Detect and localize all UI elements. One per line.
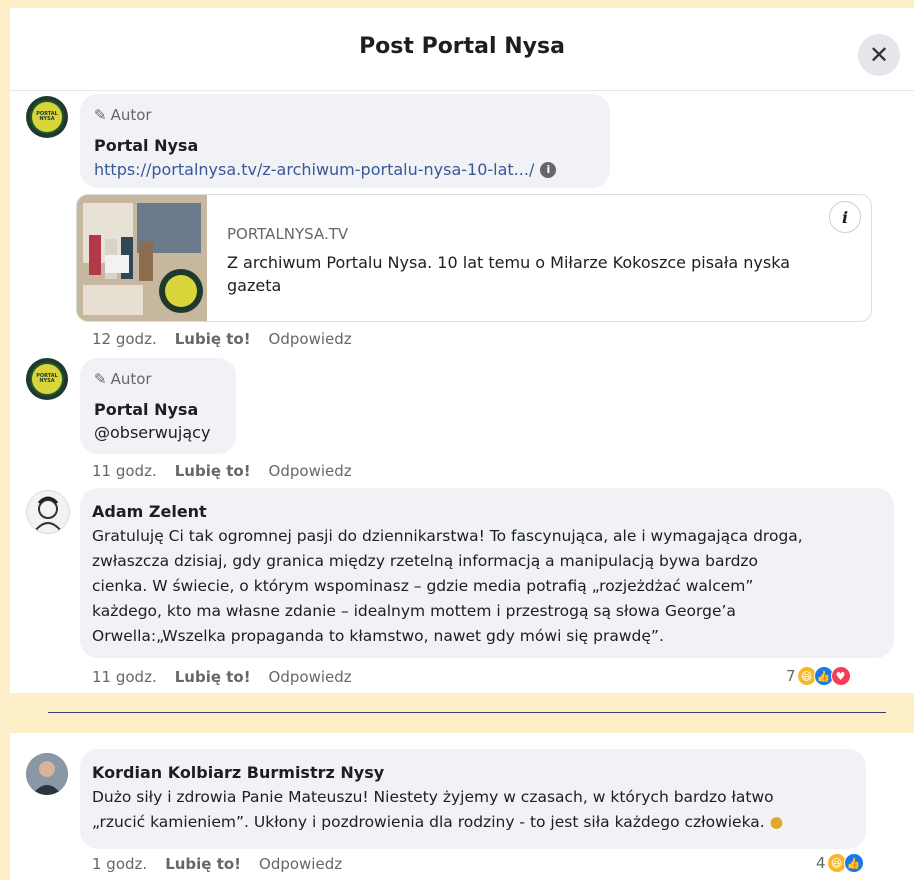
- link-preview-title[interactable]: Z archiwum Portalu Nysa. 10 lat temu o M…: [227, 251, 827, 297]
- reply-button[interactable]: Odpowiedz: [269, 462, 352, 480]
- comment-text-line: Orwella:„Wszelka propaganda to kłamstwo,…: [92, 627, 664, 645]
- comment-time[interactable]: 12 godz.: [92, 330, 157, 348]
- comment-link-text[interactable]: https://portalnysa.tv/z-archiwum-portalu…: [94, 160, 534, 179]
- comment-text-line: każdego, kto ma własne zdanie – idealnym…: [92, 602, 736, 620]
- avatar-sketch-image: [34, 496, 62, 532]
- info-icon[interactable]: i: [829, 201, 861, 233]
- divider: [48, 712, 886, 713]
- comment-time[interactable]: 1 godz.: [92, 855, 147, 873]
- comment-link[interactable]: https://portalnysa.tv/z-archiwum-portalu…: [94, 160, 557, 179]
- commenter-name[interactable]: Adam Zelent: [92, 502, 207, 521]
- reaction-count: 7: [786, 667, 796, 685]
- author-badge-label: Autor: [110, 106, 152, 124]
- like-button[interactable]: Lubię to!: [175, 330, 251, 348]
- link-preview-thumbnail: [77, 195, 207, 321]
- comment-bubble: Adam Zelent Gratuluję Ci tak ogromnej pa…: [80, 488, 894, 658]
- author-badge: ✎ Autor: [94, 370, 152, 388]
- avatar[interactable]: [26, 490, 70, 534]
- post-dialog-continued: Kordian Kolbiarz Burmistrz Nysy Dużo sił…: [10, 733, 914, 880]
- comment-time[interactable]: 11 godz.: [92, 462, 157, 480]
- portal-nysa-logo-icon: PORTAL NYSA: [30, 362, 64, 396]
- comment-time[interactable]: 11 godz.: [92, 668, 157, 686]
- reactions-summary[interactable]: 7 😆 👍 ♥: [786, 666, 851, 686]
- avatar[interactable]: PORTAL NYSA: [26, 358, 68, 400]
- comment-text-line: zwłaszcza dzisiaj, gdy granica między rz…: [92, 552, 759, 570]
- comment-text: @obserwujący: [94, 423, 211, 442]
- comment-bubble: Kordian Kolbiarz Burmistrz Nysy Dużo sił…: [80, 749, 866, 849]
- commenter-name[interactable]: Portal Nysa: [94, 400, 198, 419]
- like-button[interactable]: Lubię to!: [175, 668, 251, 686]
- comment-text-line: Dużo siły i zdrowia Panie Mateuszu! Nies…: [92, 788, 774, 806]
- newspaper-photo-image: [77, 195, 207, 321]
- reactions-summary[interactable]: 4 😆 👍: [816, 853, 864, 873]
- reply-button[interactable]: Odpowiedz: [269, 668, 352, 686]
- reaction-count: 4: [816, 854, 826, 872]
- comment-actions: 12 godz. Lubię to! Odpowiedz: [92, 330, 352, 348]
- post-dialog: Post Portal Nysa ✕ PORTAL NYSA ✎ Autor Po…: [10, 8, 914, 693]
- comment-text-line: „rzucić kamieniem”. Ukłony i pozdrowieni…: [92, 810, 862, 835]
- comment-text-line-content: „rzucić kamieniem”. Ukłony i pozdrowieni…: [92, 813, 765, 831]
- avatar-photo-image: [26, 753, 68, 795]
- like-button[interactable]: Lubię to!: [165, 855, 241, 873]
- link-preview-domain: PORTALNYSA.TV: [227, 225, 349, 243]
- comment-text-line: cienka. W świecie, o którym wspominasz –…: [92, 577, 754, 595]
- info-icon[interactable]: i: [540, 161, 557, 178]
- reply-button[interactable]: Odpowiedz: [269, 330, 352, 348]
- comment-bubble: ✎ Autor Portal Nysa @obserwujący: [80, 358, 236, 454]
- comment-text-line: Gratuluję Ci tak ogromnej pasji do dzien…: [92, 527, 803, 545]
- comment-actions: 1 godz. Lubię to! Odpowiedz: [92, 855, 342, 873]
- emoji-icon: ●: [769, 813, 784, 831]
- commenter-name[interactable]: Portal Nysa: [94, 136, 198, 155]
- comment-text: Dużo siły i zdrowia Panie Mateuszu! Nies…: [92, 785, 862, 835]
- dialog-header: Post Portal Nysa ✕: [10, 8, 914, 91]
- avatar[interactable]: [26, 753, 68, 795]
- author-badge-label: Autor: [110, 370, 152, 388]
- like-button[interactable]: Lubię to!: [175, 462, 251, 480]
- dialog-title: Post Portal Nysa: [359, 34, 565, 59]
- comment-actions: 11 godz. Lubię to! Odpowiedz: [92, 462, 352, 480]
- pencil-icon: ✎: [94, 370, 107, 388]
- author-badge: ✎ Autor: [94, 106, 152, 124]
- reply-button[interactable]: Odpowiedz: [259, 855, 342, 873]
- love-reaction-icon: ♥: [830, 666, 851, 686]
- link-preview-card[interactable]: PORTALNYSA.TV Z archiwum Portalu Nysa. 1…: [76, 194, 872, 322]
- pencil-icon: ✎: [94, 106, 107, 124]
- comment-bubble: ✎ Autor Portal Nysa https://portalnysa.t…: [80, 94, 610, 188]
- close-icon[interactable]: ✕: [858, 34, 900, 76]
- portal-nysa-logo-icon: PORTAL NYSA: [30, 100, 64, 134]
- comment-text: Gratuluję Ci tak ogromnej pasji do dzien…: [92, 524, 887, 649]
- like-reaction-icon: 👍: [843, 853, 864, 873]
- comment-actions: 11 godz. Lubię to! Odpowiedz: [92, 668, 352, 686]
- avatar[interactable]: PORTAL NYSA: [26, 96, 68, 138]
- commenter-name[interactable]: Kordian Kolbiarz Burmistrz Nysy: [92, 763, 384, 782]
